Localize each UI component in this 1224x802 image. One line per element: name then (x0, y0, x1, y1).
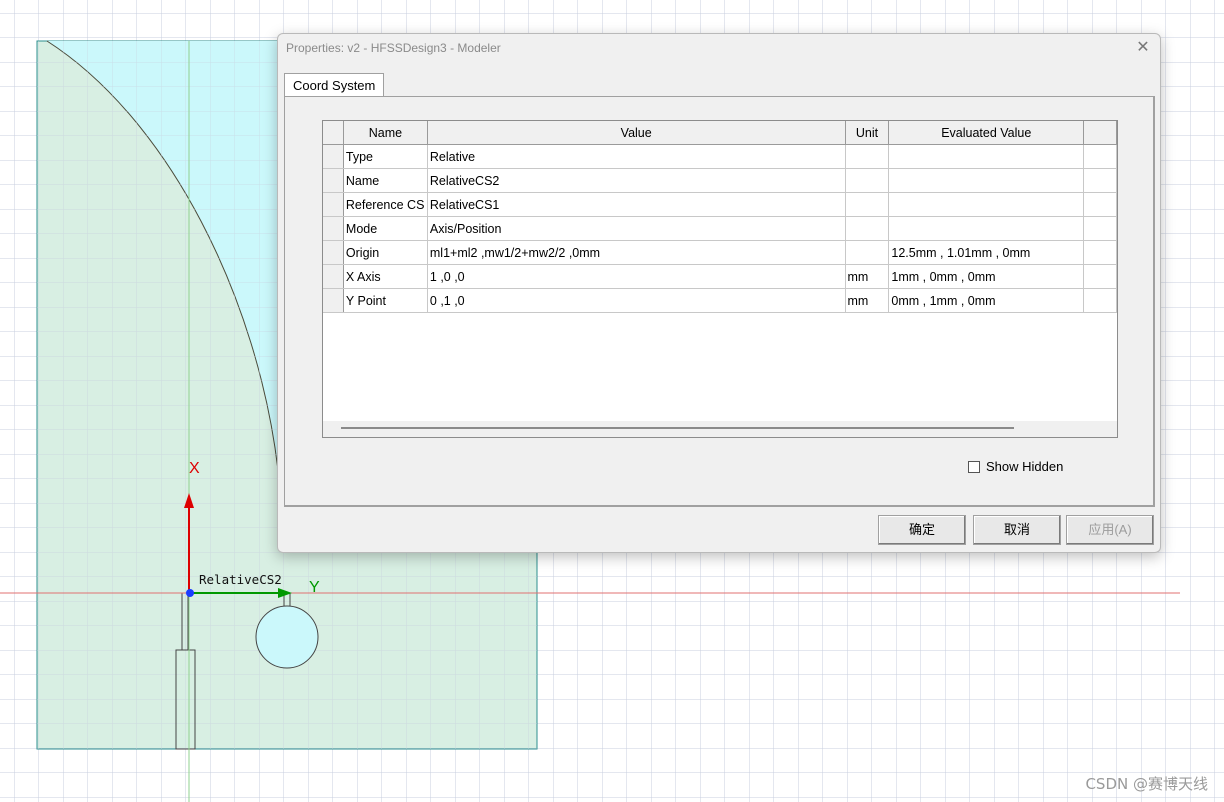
cell-value[interactable]: RelativeCS2 (427, 168, 846, 193)
table-header-row: Name Value Unit Evaluated Value (323, 121, 1117, 145)
properties-dialog: Properties: v2 - HFSSDesign3 - Modeler ✕… (277, 33, 1161, 553)
cell-value[interactable]: 1 ,0 ,0 (427, 264, 846, 289)
row-selector[interactable] (323, 264, 344, 289)
row-selector[interactable] (323, 288, 344, 313)
cell-extra (1083, 192, 1117, 217)
table-row[interactable]: Origin ml1+ml2 ,mw1/2+mw2/2 ,0mm 12.5mm … (323, 240, 1117, 265)
cell-unit[interactable]: mm (845, 288, 890, 313)
cell-value[interactable]: RelativeCS1 (427, 192, 846, 217)
cell-evaluated (888, 216, 1085, 241)
column-header-unit[interactable]: Unit (845, 121, 890, 145)
show-hidden-label: Show Hidden (986, 459, 1064, 474)
cell-name: Type (343, 144, 428, 169)
apply-button[interactable]: 应用(A) (1066, 515, 1154, 545)
row-selector[interactable] (323, 240, 344, 265)
row-selector[interactable] (323, 216, 344, 241)
cell-unit[interactable] (845, 216, 890, 241)
cell-name: X Axis (343, 264, 428, 289)
show-hidden-toggle[interactable]: Show Hidden (968, 459, 1063, 474)
close-icon[interactable]: ✕ (1132, 38, 1154, 58)
column-header-name[interactable]: Name (343, 121, 428, 145)
grid-empty-area (323, 313, 1117, 421)
cell-extra (1083, 216, 1117, 241)
cell-evaluated: 1mm , 0mm , 0mm (888, 264, 1085, 289)
cell-name: Name (343, 168, 428, 193)
horizontal-scrollbar[interactable] (341, 427, 1014, 429)
cs-name-label: RelativeCS2 (199, 572, 282, 587)
cell-unit[interactable] (845, 144, 890, 169)
cell-unit[interactable] (845, 168, 890, 193)
cell-extra (1083, 288, 1117, 313)
cs-origin[interactable] (186, 589, 194, 597)
cell-value[interactable]: Relative (427, 144, 846, 169)
cell-unit[interactable]: mm (845, 264, 890, 289)
cell-evaluated (888, 168, 1085, 193)
cell-value[interactable]: 0 ,1 ,0 (427, 288, 846, 313)
table-row[interactable]: Reference CS RelativeCS1 (323, 192, 1117, 217)
cell-value[interactable]: Axis/Position (427, 216, 846, 241)
show-hidden-checkbox[interactable] (968, 460, 980, 473)
watermark: CSDN @赛博天线 (1085, 775, 1208, 793)
cell-unit[interactable] (845, 192, 890, 217)
table-row[interactable]: Mode Axis/Position (323, 216, 1117, 241)
column-header-evaluated[interactable]: Evaluated Value (888, 121, 1085, 145)
cell-extra (1083, 264, 1117, 289)
table-row[interactable]: X Axis 1 ,0 ,0 mm 1mm , 0mm , 0mm (323, 264, 1117, 289)
cs-y-label: Y (309, 579, 320, 596)
tab-coord-system[interactable]: Coord System (284, 73, 385, 98)
circular-stub[interactable] (255, 605, 319, 669)
cell-evaluated (888, 192, 1085, 217)
table-row[interactable]: Type Relative (323, 144, 1117, 169)
row-selector[interactable] (323, 168, 344, 193)
row-header-corner (323, 121, 344, 145)
table-row[interactable]: Name RelativeCS2 (323, 168, 1117, 193)
column-header-extra (1083, 121, 1117, 145)
cell-extra (1083, 240, 1117, 265)
dialog-title: Properties: v2 - HFSSDesign3 - Modeler (286, 41, 501, 55)
cell-extra (1083, 168, 1117, 193)
cell-name: Reference CS (343, 192, 428, 217)
properties-grid[interactable]: Name Value Unit Evaluated Value Type Rel… (322, 120, 1118, 438)
cell-extra (1083, 144, 1117, 169)
row-selector[interactable] (323, 144, 344, 169)
cancel-button[interactable]: 取消 (973, 515, 1061, 545)
column-header-value[interactable]: Value (427, 121, 846, 145)
cell-evaluated: 12.5mm , 1.01mm , 0mm (888, 240, 1085, 265)
properties-table: Name Value Unit Evaluated Value Type Rel… (323, 121, 1117, 313)
row-selector[interactable] (323, 192, 344, 217)
cell-evaluated: 0mm , 1mm , 0mm (888, 288, 1085, 313)
dialog-titlebar[interactable]: Properties: v2 - HFSSDesign3 - Modeler ✕ (278, 34, 1160, 62)
cell-unit[interactable] (845, 240, 890, 265)
cs-x-label: X (189, 460, 200, 477)
ok-button[interactable]: 确定 (878, 515, 966, 545)
cell-value[interactable]: ml1+ml2 ,mw1/2+mw2/2 ,0mm (427, 240, 846, 265)
table-row[interactable]: Y Point 0 ,1 ,0 mm 0mm , 1mm , 0mm (323, 288, 1117, 313)
cell-evaluated (888, 144, 1085, 169)
cell-name: Origin (343, 240, 428, 265)
cell-name: Y Point (343, 288, 428, 313)
cell-name: Mode (343, 216, 428, 241)
